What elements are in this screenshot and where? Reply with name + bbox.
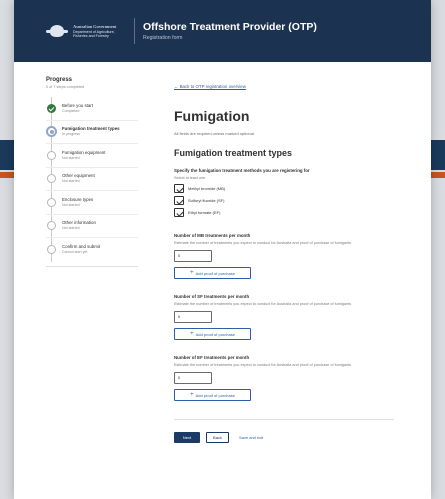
field-label: Number of EF treatments per month [174,355,250,360]
sf-count-field: Number of SF treatments per month Estima… [174,294,404,340]
government-logo[interactable]: Australian Government Department of Agri… [46,24,132,39]
methods-fieldset: Specify the fumigation treatment methods… [174,168,404,217]
empty-circle-icon [47,150,56,160]
step-confirm-and-submit[interactable]: Confirm and submit Cannot start yet [46,238,138,262]
backdrop-band-accent [0,172,14,178]
progress-title: Progress [46,77,73,83]
field-hint: Estimate the number of treatments you ex… [174,241,352,245]
site-header: Australian Government Department of Agri… [14,0,431,62]
empty-circle-icon [47,174,56,184]
plus-icon: + [190,331,194,337]
next-button[interactable]: Next [174,432,200,443]
step-status: Cannot start yet [62,250,88,255]
empty-circle-icon [47,221,56,231]
section-heading: Fumigation treatment types [174,148,293,158]
step-status: In progress [62,132,80,137]
step-other-information[interactable]: Other information Not started [46,214,138,238]
backdrop-band [0,140,14,170]
step-status: Not started [62,226,80,231]
back-button[interactable]: Back [206,432,229,443]
main-content: ← Back to OTP registration overview Fumi… [174,75,404,443]
step-enclosure-types[interactable]: Enclosure types Not started [46,191,138,215]
plus-icon: + [190,270,194,276]
add-proof-of-purchase-button[interactable]: + Add proof of purchase [174,389,251,401]
check-circle-icon [47,103,56,113]
form-divider [174,419,394,420]
back-link[interactable]: ← Back to OTP registration overview [174,84,246,89]
field-hint: Estimate the number of treatments you ex… [174,302,352,306]
step-list: Before you start Completed Fumigation tr… [46,97,138,267]
checkbox-label: Sulfuryl fluoride (SF) [188,198,225,203]
step-status: Not started [62,155,80,160]
intro-text: All fields are required unless marked op… [174,131,255,136]
step-other-equipment[interactable]: Other equipment Not started [46,167,138,191]
checkbox-label: Methyl bromide (MB) [188,186,226,191]
page-title: Fumigation [174,108,250,124]
empty-circle-icon [47,245,56,255]
field-label: Number of SF treatments per month [174,294,250,299]
current-step-icon [46,126,57,138]
progress-sidebar: Progress 0 of 7 steps completed Before y… [46,77,138,267]
button-label: Add proof of purchase [195,331,235,337]
save-and-exit-link[interactable]: Save and exit [239,435,263,440]
checkbox-row-mb[interactable]: Methyl bromide (MB) [174,184,404,193]
step-status: Completed [62,108,80,113]
backdrop-band-accent [431,172,445,178]
button-label: Add proof of purchase [195,270,235,276]
mb-count-field: Number of MB treatments per month Estima… [174,233,404,279]
form-actions: Next Back Save and exit [174,432,404,443]
ef-count-field: Number of EF treatments per month Estima… [174,355,404,401]
add-proof-of-purchase-button[interactable]: + Add proof of purchase [174,267,251,279]
checkbox-row-ef[interactable]: Ethyl formate (EF) [174,208,404,217]
checkbox-ethyl-formate[interactable] [174,208,184,217]
header-divider [134,18,135,44]
empty-circle-icon [47,197,56,207]
field-hint: Estimate the number of treatments you ex… [174,363,352,367]
step-fumigation-equipment[interactable]: Fumigation equipment Not started [46,144,138,168]
step-before-you-start[interactable]: Before you start Completed [46,97,138,121]
app-subtitle: Registration form [143,34,183,41]
backdrop-band [431,140,445,170]
page-card: Australian Government Department of Agri… [14,0,431,499]
checkbox-label: Ethyl formate (EF) [188,210,221,215]
field-label: Number of MB treatments per month [174,233,251,238]
crest-icon [46,24,68,38]
methods-hint: Select at least one [174,176,206,180]
app-title: Offshore Treatment Provider (OTP) [143,20,317,33]
add-proof-of-purchase-button[interactable]: + Add proof of purchase [174,328,251,340]
mb-count-input[interactable]: 0 [174,250,212,262]
department-name-line2: Fisheries and Forestry [73,34,109,38]
methods-label: Specify the fumigation treatment methods… [174,168,310,173]
step-status: Not started [62,179,80,184]
checkbox-row-sf[interactable]: Sulfuryl fluoride (SF) [174,196,404,205]
button-label: Add proof of purchase [195,392,235,398]
step-fumigation-treatment-types[interactable]: Fumigation treatment types In progress [46,120,138,144]
sf-count-input[interactable]: 0 [174,311,212,323]
ef-count-input[interactable]: 0 [174,372,212,384]
checkbox-sulfuryl-fluoride[interactable] [174,196,184,205]
checkbox-methyl-bromide[interactable] [174,184,184,193]
progress-count: 0 of 7 steps completed [46,85,85,89]
plus-icon: + [190,392,194,398]
step-status: Not started [62,202,80,207]
